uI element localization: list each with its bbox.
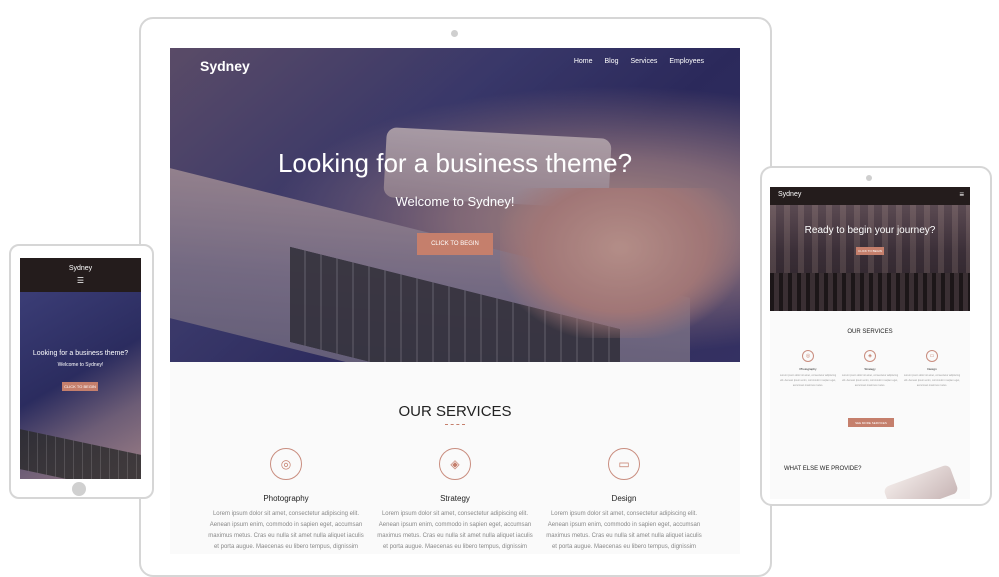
phone-service-title: Photography — [799, 367, 817, 371]
services-divider — [445, 424, 465, 426]
phone-camera — [866, 175, 872, 181]
service-text: Lorem ipsum dolor sit amet, consectetur … — [377, 511, 533, 550]
desktop-camera — [451, 30, 458, 37]
service-design: ▭ Design Lorem ipsum dolor sit amet, con… — [544, 448, 704, 553]
hero-cta-button[interactable]: CLICK TO BEGIN — [417, 233, 493, 255]
monitor-icon: ▭ — [926, 350, 938, 362]
service-text: Lorem ipsum dolor sit amet, consectetur … — [208, 511, 364, 550]
phone-service-text: Lorem ipsum dolor sit amet, consectetur … — [841, 374, 899, 387]
service-title: Design — [611, 494, 637, 503]
crowd-image — [770, 273, 970, 311]
nav-services[interactable]: Services — [631, 58, 658, 65]
phone-service-design: ▭ Design Lorem ipsum dolor sit amet, con… — [903, 350, 961, 388]
main-nav: Home Blog Services Employees — [574, 58, 704, 65]
desktop-hero: Sydney Home Blog Services Employees Look… — [170, 48, 740, 362]
tablet-screen: Sydney ☰ Looking for a business theme? W… — [20, 258, 141, 479]
phone-hero-title: Ready to begin your journey? — [804, 225, 936, 236]
site-logo[interactable]: Sydney — [200, 58, 250, 74]
camera-icon: ◎ — [270, 448, 302, 480]
tablet-header: Sydney ☰ — [20, 258, 141, 292]
monitor-icon: ▭ — [608, 448, 640, 480]
what-else-heading: WHAT ELSE WE PROVIDE? — [784, 466, 862, 472]
service-strategy: ◈ Strategy Lorem ipsum dolor sit amet, c… — [375, 448, 535, 553]
service-title: Strategy — [440, 494, 470, 503]
hamburger-icon[interactable]: ☰ — [20, 276, 141, 285]
cube-icon: ◈ — [864, 350, 876, 362]
tablet-keyboard-image — [20, 429, 141, 479]
phone-services-heading: OUR SERVICES — [847, 329, 893, 335]
service-title: Photography — [263, 494, 309, 503]
tablet-cta-button[interactable]: CLICK TO BEGIN — [62, 382, 98, 391]
phone-service-strategy: ◈ Strategy Lorem ipsum dolor sit amet, c… — [841, 350, 899, 388]
tablet-home-button — [72, 482, 86, 496]
see-more-services-button[interactable]: SEE MORE SERVICES — [848, 418, 894, 427]
phone-service-text: Lorem ipsum dolor sit amet, consectetur … — [779, 374, 837, 387]
services-heading: OUR SERVICES — [398, 403, 512, 420]
phone-device-image — [882, 463, 960, 499]
service-text: Lorem ipsum dolor sit amet, consectetur … — [546, 511, 702, 550]
cube-icon: ◈ — [439, 448, 471, 480]
phone-service-text: Lorem ipsum dolor sit amet, consectetur … — [903, 374, 961, 387]
desktop-screen: Sydney Home Blog Services Employees Look… — [170, 48, 740, 554]
phone-service-photography: ◎ Photography Lorem ipsum dolor sit amet… — [779, 350, 837, 388]
phone-service-title: Strategy — [864, 367, 876, 371]
phone-cta-button[interactable]: CLICK TO BEGIN — [856, 247, 884, 255]
tablet-logo[interactable]: Sydney — [20, 265, 141, 272]
hero-title: Looking for a business theme? — [277, 148, 633, 178]
nav-employees[interactable]: Employees — [669, 58, 704, 65]
camera-icon: ◎ — [802, 350, 814, 362]
nav-blog[interactable]: Blog — [605, 58, 619, 65]
nav-home[interactable]: Home — [574, 58, 593, 65]
tablet-hero-title: Looking for a business theme? — [32, 350, 129, 357]
phone-header: Sydney ≡ — [770, 187, 970, 205]
service-photography: ◎ Photography Lorem ipsum dolor sit amet… — [206, 448, 366, 553]
phone-service-title: Design — [927, 367, 937, 371]
phone-logo[interactable]: Sydney — [778, 191, 801, 198]
phone-screen: Sydney ≡ Ready to begin your journey? CL… — [770, 187, 970, 499]
tablet-hero-subtitle: Welcome to Sydney! — [57, 362, 104, 368]
phone-hero: Ready to begin your journey? CLICK TO BE… — [770, 205, 970, 311]
hero-subtitle: Welcome to Sydney! — [395, 194, 515, 209]
hamburger-icon[interactable]: ≡ — [959, 190, 964, 199]
